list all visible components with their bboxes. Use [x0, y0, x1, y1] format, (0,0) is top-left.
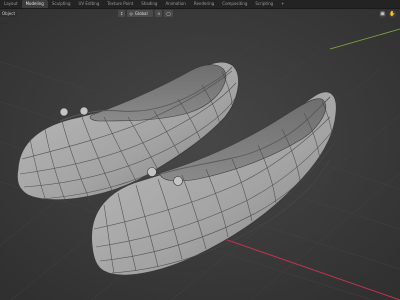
workspace-tab-rendering[interactable]: Rendering — [190, 0, 218, 8]
workspace-tab-scripting[interactable]: Scripting — [251, 0, 277, 8]
viewport-navigation-gizmos: ▣ ✋ — [379, 10, 396, 18]
pompom-right-1 — [147, 167, 157, 177]
magnet-icon: ∩ — [157, 11, 161, 16]
object-mode-dropdown[interactable]: Object — [0, 10, 18, 17]
workspace-tab-animation[interactable]: Animation — [161, 0, 189, 8]
hand-icon: ✋ — [389, 11, 396, 17]
workspace-tab-texture-paint[interactable]: Texture Paint — [103, 0, 137, 8]
workspace-tab-compositing[interactable]: Compositing — [218, 0, 251, 8]
proportional-editing-icon: ◯ — [166, 11, 171, 16]
workspace-tab-uv-editing[interactable]: UV Editing — [75, 0, 104, 8]
transform-orientation-dropdown[interactable]: ◎ Global — [127, 10, 154, 17]
pompom-left-1 — [59, 107, 69, 117]
pivot-button[interactable]: ↕ — [118, 10, 126, 17]
proportional-editing-button[interactable]: ◯ — [164, 10, 173, 17]
workspace-tab-shading[interactable]: Shading — [137, 0, 161, 8]
pan-view-button[interactable]: ✋ — [389, 10, 396, 18]
pivot-icon: ↕ — [120, 11, 124, 16]
viewport-center-toolbar: ↕ ◎ Global ∩ ◯ — [118, 10, 173, 17]
pompom-left-2 — [79, 106, 89, 116]
snap-button[interactable]: ∩ — [155, 10, 163, 17]
workspace-tab-modeling[interactable]: Modeling — [21, 0, 48, 8]
pompom-right-2 — [173, 176, 183, 186]
camera-view-button[interactable]: ▣ — [379, 10, 386, 18]
workspace-tab-sculpting[interactable]: Sculpting — [48, 0, 75, 8]
workspace-tab-layout[interactable]: Layout — [0, 0, 22, 8]
workspace-tabs-bar: Layout Modeling Sculpting UV Editing Tex… — [0, 0, 400, 9]
add-workspace-button[interactable]: + — [277, 0, 288, 8]
camera-icon: ▣ — [380, 11, 385, 17]
transform-orientation-label: Global — [134, 11, 148, 16]
viewport-scene[interactable] — [0, 9, 400, 300]
globe-icon: ◎ — [129, 11, 133, 16]
